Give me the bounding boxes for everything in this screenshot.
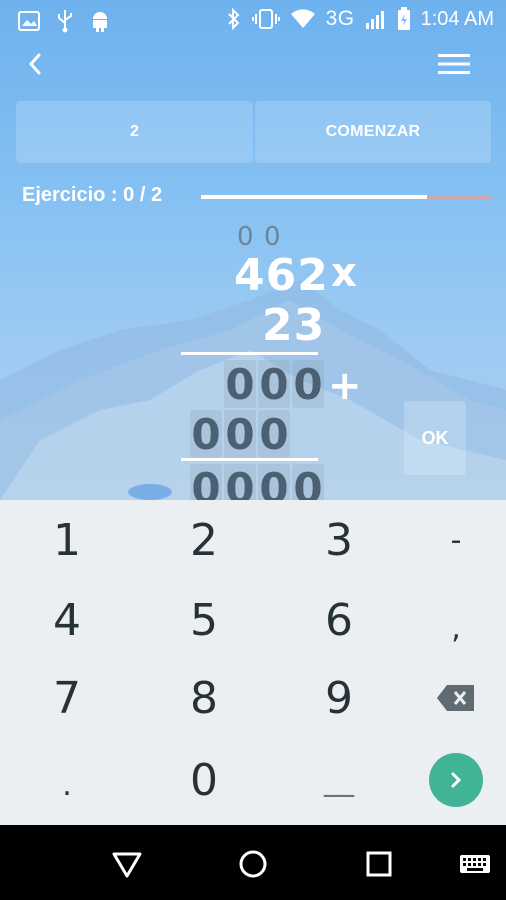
answer-digit[interactable]: 0	[258, 360, 290, 409]
answer-digit[interactable]: 0	[292, 464, 324, 500]
answer-digit[interactable]: 0	[258, 464, 290, 500]
key-4[interactable]: 4	[4, 580, 130, 660]
wifi-icon	[290, 9, 315, 28]
times-sign: x	[331, 250, 357, 296]
partial-product-2: 0 0 0	[190, 410, 290, 459]
carry-digit[interactable]: 0	[237, 222, 254, 252]
progress-fill	[201, 195, 428, 199]
key-5[interactable]: 5	[141, 580, 267, 660]
android-icon	[93, 12, 107, 32]
control-row: 2 COMENZAR	[16, 101, 491, 163]
bluetooth-icon	[227, 8, 240, 30]
answer-digit[interactable]: 0	[224, 410, 256, 459]
key-0[interactable]: 0	[141, 740, 267, 820]
key-8[interactable]: 8	[141, 658, 267, 738]
status-bar: 3G 1:04 AM	[0, 0, 506, 40]
exercise-counter: Ejercicio : 0 / 2	[22, 184, 163, 206]
back-triangle-icon[interactable]	[110, 847, 144, 881]
key-space[interactable]: __	[276, 740, 402, 820]
enter-button[interactable]	[429, 753, 483, 807]
answer-digit[interactable]: 0	[292, 360, 324, 409]
answer-digit[interactable]: 0	[258, 410, 290, 459]
answer-digit[interactable]: 0	[224, 464, 256, 500]
image-icon	[18, 11, 40, 31]
key-3[interactable]: 3	[276, 500, 402, 580]
key-1[interactable]: 1	[4, 500, 130, 580]
start-button[interactable]: COMENZAR	[255, 101, 491, 163]
key-7[interactable]: 7	[4, 658, 130, 738]
app-screen: 3G 1:04 AM 2 COMENZAR Ejercicio : 0 / 2 …	[0, 0, 506, 500]
ok-button[interactable]: OK	[404, 401, 466, 475]
home-circle-icon[interactable]	[236, 847, 270, 881]
clock: 1:04 AM	[420, 7, 494, 30]
battery-icon	[397, 7, 410, 30]
result-row: 0 0 0 0	[190, 464, 324, 500]
chevron-left-icon[interactable]	[22, 50, 50, 78]
divider-line	[181, 458, 318, 461]
backspace-icon	[437, 685, 474, 711]
answer-digit[interactable]: 0	[224, 360, 256, 409]
multiplicand: 462	[234, 250, 329, 301]
key-minus[interactable]: -	[393, 500, 506, 580]
key-dot[interactable]: .	[4, 745, 130, 825]
usb-icon	[58, 10, 72, 33]
signal-icon	[365, 11, 384, 29]
vibrate-icon	[251, 9, 280, 29]
key-9[interactable]: 9	[276, 658, 402, 738]
backspace-key[interactable]	[393, 658, 506, 738]
key-6[interactable]: 6	[276, 580, 402, 660]
network-type: 3G	[325, 7, 355, 30]
carry-digit[interactable]: 0	[264, 222, 281, 252]
partial-product-1: 0 0 0	[224, 360, 324, 409]
navigation-bar	[0, 825, 506, 900]
answer-digit[interactable]: 0	[190, 410, 222, 459]
multiplier: 23	[262, 300, 326, 351]
divider-line	[181, 352, 318, 355]
answer-digit[interactable]: 0	[190, 464, 222, 500]
key-comma[interactable]: ,	[393, 588, 506, 668]
recents-square-icon[interactable]	[362, 847, 396, 881]
keyboard-icon[interactable]	[458, 847, 492, 881]
hamburger-menu-icon[interactable]	[438, 52, 470, 76]
key-2[interactable]: 2	[141, 500, 267, 580]
chevron-right-icon	[451, 772, 462, 788]
plus-sign: +	[328, 363, 362, 409]
exercise-count-input[interactable]: 2	[16, 101, 253, 163]
exercise-progress-bar	[201, 195, 491, 199]
